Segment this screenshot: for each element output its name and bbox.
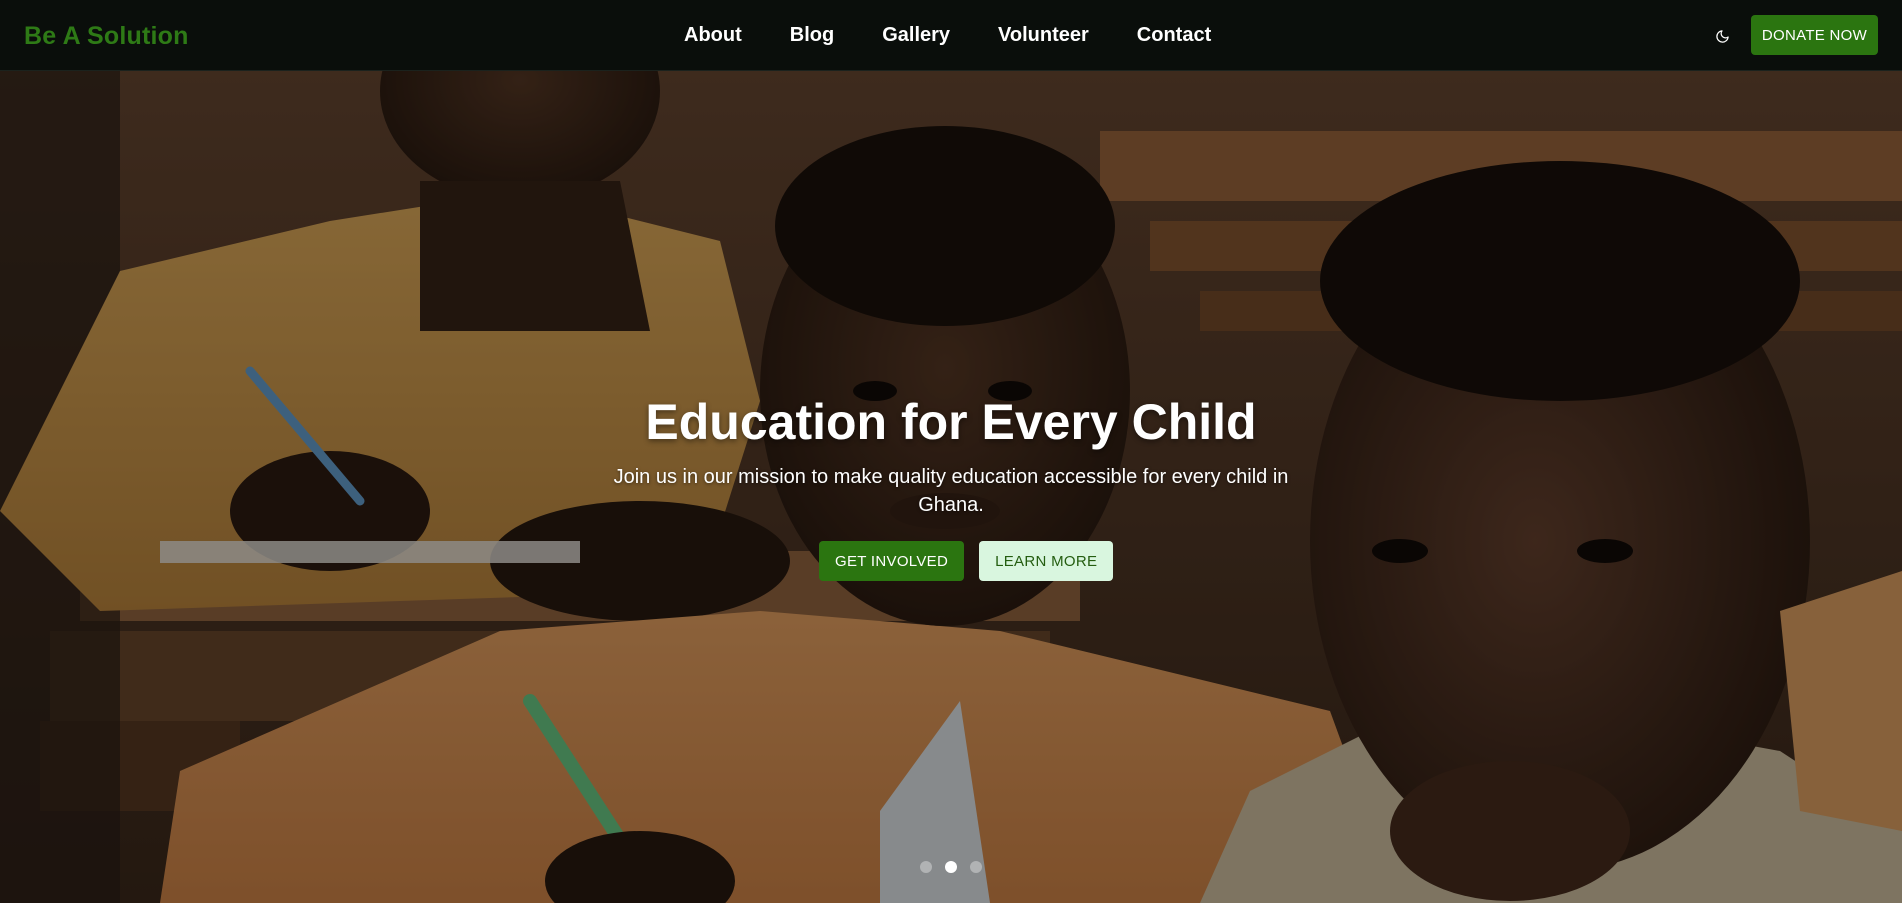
hero-content: Education for Every Child Join us in our… [0, 71, 1902, 903]
main-nav: About Blog Gallery Volunteer Contact [660, 0, 1235, 71]
nav-link-contact[interactable]: Contact [1113, 24, 1235, 47]
donate-now-button[interactable]: DONATE NOW [1751, 15, 1878, 55]
carousel-indicators [920, 861, 982, 873]
carousel-dot-2[interactable] [945, 861, 957, 873]
nav-link-gallery[interactable]: Gallery [858, 24, 974, 47]
nav-link-blog[interactable]: Blog [766, 24, 858, 47]
hero-button-group: GET INVOLVED LEARN MORE [819, 541, 1114, 581]
hero-subtitle: Join us in our mission to make quality e… [613, 466, 1289, 516]
top-navbar: Be A Solution About Blog Gallery Volunte… [0, 0, 1902, 71]
nav-link-volunteer[interactable]: Volunteer [974, 24, 1113, 47]
get-involved-button[interactable]: GET INVOLVED [819, 541, 965, 581]
moon-icon [1715, 29, 1729, 43]
carousel-dot-3[interactable] [970, 861, 982, 873]
hero-title: Education for Every Child [645, 394, 1257, 450]
learn-more-button[interactable]: LEARN MORE [979, 541, 1114, 581]
hero-carousel: Education for Every Child Join us in our… [0, 71, 1902, 903]
nav-link-about[interactable]: About [660, 24, 766, 47]
theme-toggle-button[interactable] [1710, 24, 1734, 48]
carousel-dot-1[interactable] [920, 861, 932, 873]
brand-logo-link[interactable]: Be A Solution [24, 22, 189, 51]
